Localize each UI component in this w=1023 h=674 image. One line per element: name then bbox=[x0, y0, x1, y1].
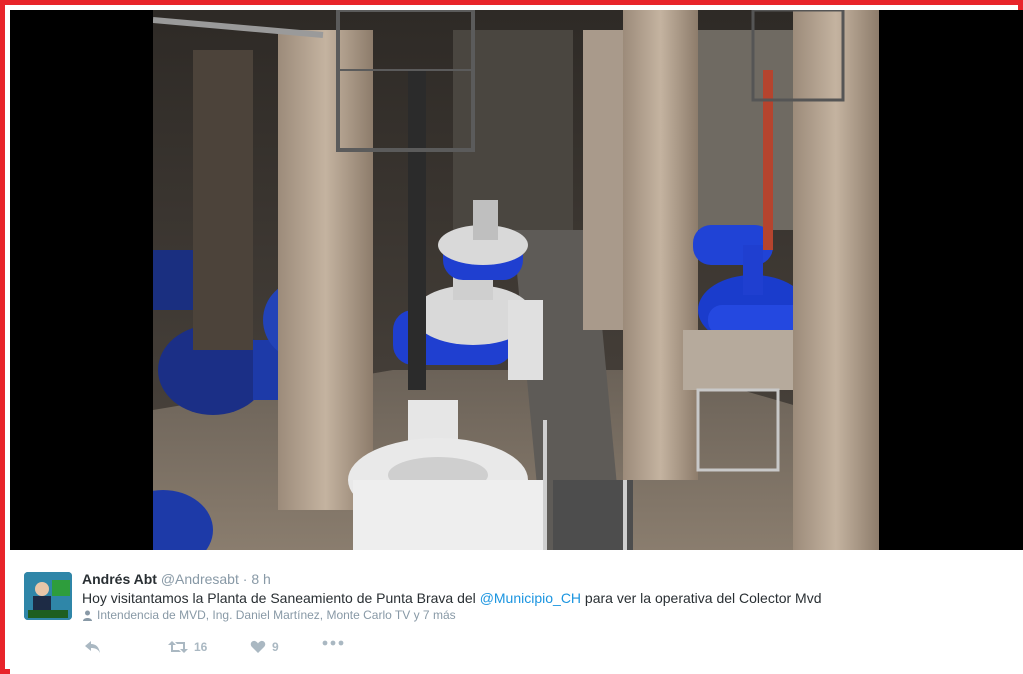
retweet-count: 16 bbox=[194, 640, 208, 654]
reply-button[interactable] bbox=[84, 640, 102, 654]
reply-icon bbox=[85, 641, 100, 653]
person-icon bbox=[83, 610, 92, 621]
heart-icon bbox=[250, 640, 266, 653]
red-highlight-frame: Andrés Abt @Andresabt · 8 h Hoy visitant… bbox=[0, 0, 1023, 674]
tweet-photo[interactable] bbox=[153, 10, 879, 550]
tweet-time[interactable]: 8 h bbox=[251, 571, 270, 587]
tweet-text: Hoy visitantamos la Planta de Saneamient… bbox=[82, 590, 822, 606]
mention-link[interactable]: @Municipio_CH bbox=[480, 590, 581, 606]
tweet-card: Andrés Abt @Andresabt · 8 h Hoy visitant… bbox=[10, 550, 1023, 674]
tagged-people-text: Intendencia de MVD, Ing. Daniel Martínez… bbox=[97, 608, 456, 622]
retweet-button[interactable]: 16 bbox=[168, 640, 207, 654]
avatar[interactable] bbox=[24, 572, 72, 620]
author-handle[interactable]: @Andresabt bbox=[161, 571, 239, 587]
tweet-header: Andrés Abt @Andresabt · 8 h bbox=[82, 571, 271, 587]
tweet-media[interactable] bbox=[10, 10, 1023, 550]
avatar-image bbox=[24, 572, 72, 620]
tweet-text-before: Hoy visitantamos la Planta de Saneamient… bbox=[82, 590, 480, 606]
tagged-people[interactable]: Intendencia de MVD, Ing. Daniel Martínez… bbox=[82, 608, 456, 622]
pumping-station-photo bbox=[153, 10, 879, 550]
tweet-actions: 16 9 bbox=[84, 640, 384, 660]
more-button[interactable] bbox=[322, 640, 344, 646]
like-button[interactable]: 9 bbox=[250, 640, 279, 654]
author-name[interactable]: Andrés Abt bbox=[82, 571, 157, 587]
retweet-icon bbox=[168, 641, 188, 653]
tweet-text-after: para ver la operativa del Colector Mvd bbox=[581, 590, 822, 606]
like-count: 9 bbox=[272, 640, 279, 654]
more-icon bbox=[322, 640, 344, 646]
separator-dot: · bbox=[242, 571, 248, 587]
